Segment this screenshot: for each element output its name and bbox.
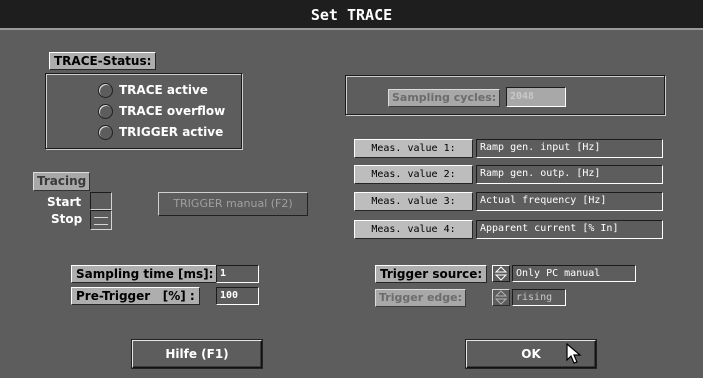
meas-value-1-button[interactable]: Meas. value 1: (354, 139, 473, 158)
trace-overflow-radio-icon (98, 104, 113, 119)
meas-value-4-field[interactable]: Apparent current [% In] (476, 220, 663, 239)
start-toggle[interactable] (90, 192, 112, 210)
trace-active-radio-icon (98, 83, 113, 98)
stop-toggle[interactable] (90, 210, 112, 230)
spin-arrows-icon (494, 290, 508, 305)
meas-value-2-button[interactable]: Meas. value 2: (354, 165, 473, 184)
sampling-cycles-field[interactable]: 2048 (506, 87, 566, 107)
sampling-time-field[interactable]: 1 (216, 265, 259, 283)
trigger-edge-label: Trigger edge: (375, 289, 467, 307)
meas-value-4-button[interactable]: Meas. value 4: (354, 220, 473, 239)
pre-trigger-label: Pre-Trigger [%] : (71, 287, 200, 305)
meas-value-1-field[interactable]: Ramp gen. input [Hz] (476, 139, 663, 158)
trace-overflow-label: TRACE overflow (119, 104, 226, 118)
meas-value-3-field[interactable]: Actual frequency [Hz] (476, 192, 663, 211)
trigger-active-label: TRIGGER active (119, 125, 224, 139)
trigger-edge-spin-icon[interactable] (492, 289, 510, 306)
meas-value-3-button[interactable]: Meas. value 3: (354, 192, 473, 211)
trace-active-label: TRACE active (119, 83, 208, 97)
window-title: Set TRACE (0, 0, 703, 30)
sampling-cycles-label: Sampling cycles: (388, 89, 501, 107)
pre-trigger-field[interactable]: 100 (216, 287, 259, 305)
trigger-source-field[interactable]: Only PC manual (512, 265, 636, 282)
stop-active-bar-icon (94, 217, 108, 225)
trace-status-label: TRACE-Status: (49, 52, 157, 70)
trigger-source-label: Trigger source: (375, 265, 488, 283)
mouse-pointer-icon (566, 343, 582, 364)
trigger-active-radio-icon (98, 125, 113, 140)
stop-label: Stop (51, 212, 83, 226)
help-button[interactable]: Hilfe (F1) (131, 339, 263, 369)
meas-value-2-field[interactable]: Ramp gen. outp. [Hz] (476, 165, 663, 184)
start-label: Start (47, 195, 82, 209)
trigger-manual-button[interactable]: TRIGGER manual (F2) (158, 192, 308, 216)
trigger-source-spin-icon[interactable] (492, 265, 510, 282)
spin-arrows-icon (494, 266, 508, 281)
sampling-time-label: Sampling time [ms]: (71, 265, 219, 283)
tracing-label: Tracing (33, 172, 91, 191)
trigger-edge-field[interactable]: rising (512, 289, 566, 306)
set-trace-dialog: Set TRACE TRACE-Status: TRACE active TRA… (0, 0, 703, 378)
